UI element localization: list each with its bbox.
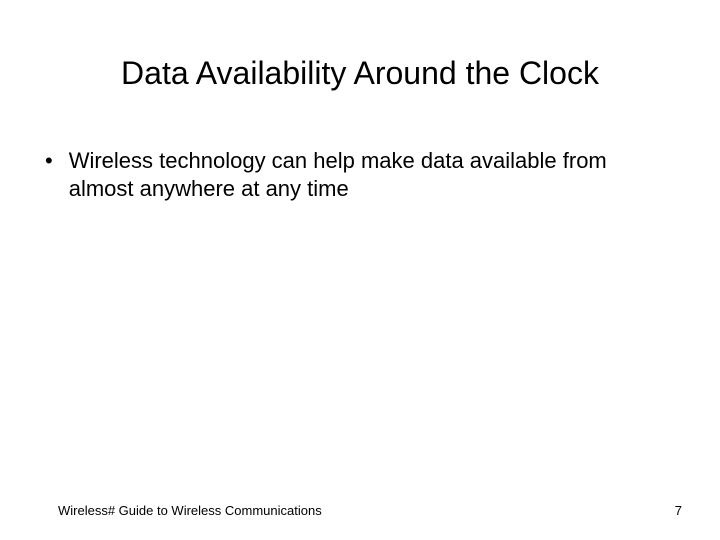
slide-title: Data Availability Around the Clock — [0, 0, 720, 92]
slide-body: • Wireless technology can help make data… — [0, 92, 720, 202]
slide-footer: Wireless# Guide to Wireless Communicatio… — [0, 503, 720, 518]
bullet-text: Wireless technology can help make data a… — [69, 147, 660, 202]
slide: Data Availability Around the Clock • Wir… — [0, 0, 720, 540]
bullet-item: • Wireless technology can help make data… — [45, 147, 660, 202]
page-number: 7 — [675, 503, 682, 518]
bullet-marker: • — [45, 147, 53, 175]
footer-source: Wireless# Guide to Wireless Communicatio… — [58, 503, 322, 518]
